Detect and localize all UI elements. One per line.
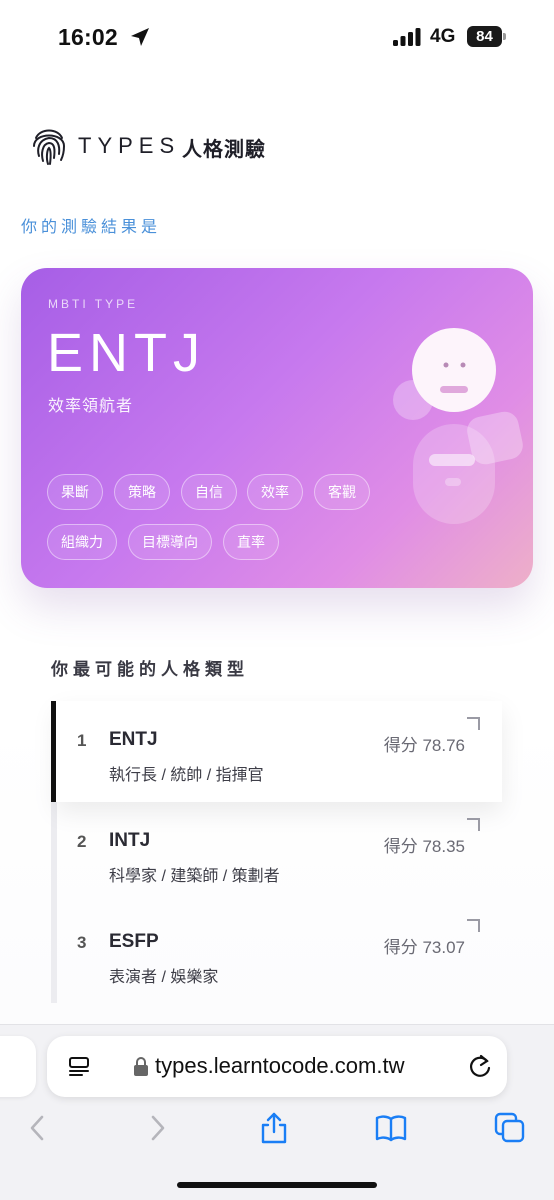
corner-bracket-icon [467,818,480,831]
signal-icon [393,28,421,46]
rank-type: ESFP [109,931,159,952]
rank-number: 3 [77,933,87,952]
tabs-icon[interactable] [493,1111,527,1145]
trait-tag: 直率 [223,524,279,560]
back-icon[interactable] [21,1111,55,1145]
fingerprint-logo-icon [33,129,66,165]
reload-icon[interactable] [467,1052,493,1080]
share-icon[interactable] [257,1111,291,1145]
result-card: MBTI TYPE ENTJ 效率領航者 果斷 策略 自信 效率 客觀 組織力 … [21,268,533,588]
mbti-type: ENTJ [47,323,206,383]
rank-type: INTJ [109,830,151,851]
corner-bracket-icon [467,717,480,730]
result-label: 你的測驗結果是 [21,219,162,236]
rank-number: 2 [77,832,87,851]
browser-toolbar: types.learntocode.com.tw [0,1024,554,1200]
url-text: types.learntocode.com.tw [155,1053,405,1078]
trait-tag: 客觀 [314,474,370,510]
ranking-item[interactable]: 1 ENTJ 執行長 / 統帥 / 指揮官 得分 78.76 [56,701,502,802]
trait-tag: 組織力 [47,524,117,560]
brand-name: TYPES [78,133,181,158]
rank-roles: 科學家 / 建築師 / 策劃者 [109,868,280,885]
bookmarks-icon[interactable] [374,1111,408,1145]
rank-score: 得分 78.76 [383,736,465,755]
avatar-illustration [393,328,523,524]
rank-score: 得分 78.35 [383,837,465,856]
trait-tag: 效率 [247,474,303,510]
card-kicker: MBTI TYPE [48,297,139,311]
rank-roles: 執行長 / 統帥 / 指揮官 [109,767,264,784]
previous-tab-preview[interactable] [0,1036,36,1097]
lock-icon [134,1057,148,1076]
battery-icon: 84 [467,26,507,47]
network-type: 4G [430,26,456,47]
corner-bracket-icon [467,919,480,932]
ranking-title: 你最可能的人格類型 [51,660,249,679]
status-time: 16:02 [58,24,118,50]
type-nickname: 效率領航者 [48,398,134,415]
rank-roles: 表演者 / 娛樂家 [109,969,219,986]
ranking-item[interactable]: 2 INTJ 科學家 / 建築師 / 策劃者 得分 78.35 [56,802,502,903]
page: 16:02 4G 84 TYPES 人格測驗 你的測驗結果是 MBTI TYPE… [0,0,554,1200]
home-indicator [177,1182,377,1188]
reader-mode-icon[interactable] [67,1055,91,1079]
brand-subtitle: 人格測驗 [182,139,266,161]
trait-tag: 目標導向 [128,524,212,560]
ranking-item[interactable]: 3 ESFP 表演者 / 娛樂家 得分 73.07 [56,903,502,1004]
location-arrow-icon [131,28,149,46]
trait-tag: 果斷 [47,474,103,510]
trait-tag: 自信 [181,474,237,510]
rank-number: 1 [77,731,87,750]
trait-tag: 策略 [114,474,170,510]
rank-score: 得分 73.07 [383,938,465,957]
status-bar: 16:02 4G 84 [0,0,554,76]
battery-level: 84 [467,26,502,47]
address-bar[interactable]: types.learntocode.com.tw [47,1036,507,1097]
forward-icon[interactable] [140,1111,174,1145]
rank-type: ENTJ [109,729,158,750]
